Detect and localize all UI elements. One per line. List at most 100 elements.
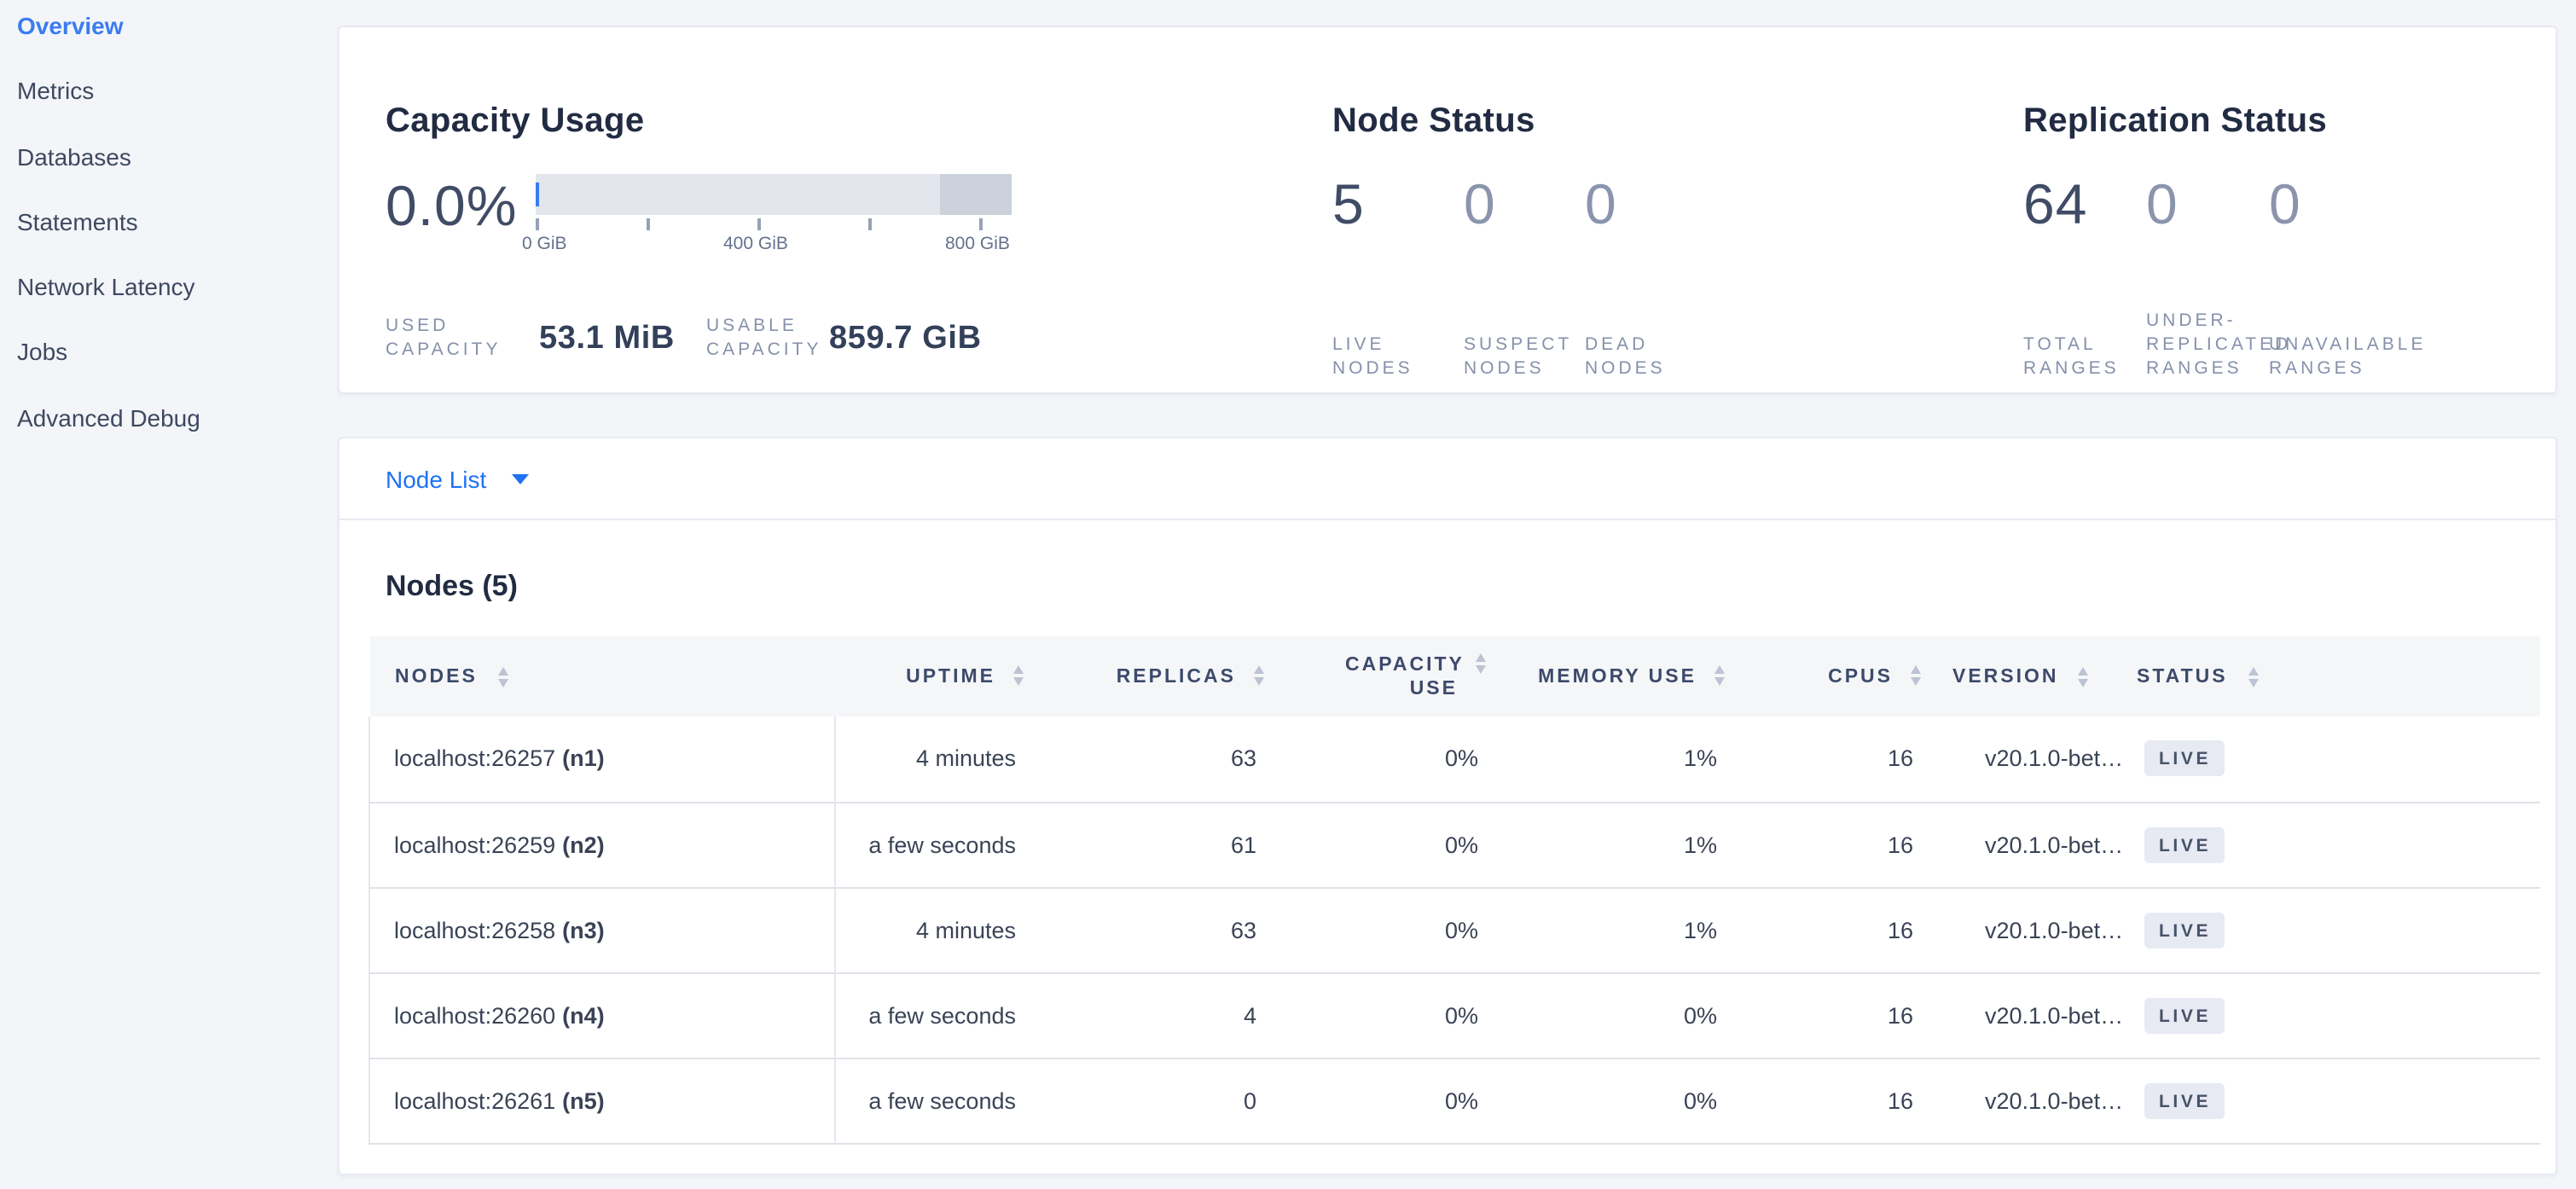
column-header-status[interactable]: Status bbox=[2126, 636, 2539, 716]
chevron-down-icon bbox=[512, 473, 529, 484]
node-address-cell: localhost:26261(n5) bbox=[369, 1058, 835, 1143]
node-status-title: Node Status bbox=[1332, 102, 1535, 142]
column-header-memory-use[interactable]: Memory Use bbox=[1495, 636, 1734, 716]
replication-status-title: Replication Status bbox=[2023, 102, 2327, 142]
used-capacity-label: USEDCAPACITY bbox=[386, 314, 501, 362]
cluster-summary-card: Capacity Usage 0.0% 0 GiB 400 GiB 800 Gi… bbox=[338, 26, 2557, 394]
status-cell: LIVE bbox=[2126, 1058, 2539, 1143]
version-cell: v20.1.0-bet… bbox=[1930, 887, 2126, 972]
table-row[interactable]: localhost:26260(n4) a few seconds 4 0% 0… bbox=[369, 972, 2539, 1058]
sort-icon[interactable] bbox=[1253, 664, 1263, 685]
capacity-bar-axis: 0 GiB 400 GiB 800 GiB bbox=[536, 215, 1012, 259]
capacity-use-cell: 0% bbox=[1273, 887, 1495, 972]
node-address-cell: localhost:26258(n3) bbox=[369, 887, 835, 972]
column-header-replicas[interactable]: Replicas bbox=[1033, 636, 1273, 716]
capacity-usage-title: Capacity Usage bbox=[386, 102, 645, 142]
used-capacity-value: 53.1 MiB bbox=[539, 321, 675, 358]
status-badge: LIVE bbox=[2144, 1082, 2225, 1118]
node-address-cell: localhost:26257(n1) bbox=[369, 716, 835, 802]
live-nodes-label: LIVENODES bbox=[1332, 333, 1452, 380]
table-row[interactable]: localhost:26257(n1) 4 minutes 63 0% 1% 1… bbox=[369, 716, 2539, 802]
table-row[interactable]: localhost:26261(n5) a few seconds 0 0% 0… bbox=[369, 1058, 2539, 1143]
version-cell: v20.1.0-bet… bbox=[1930, 802, 2126, 887]
table-row[interactable]: localhost:26259(n2) a few seconds 61 0% … bbox=[369, 802, 2539, 887]
axis-tick-label: 800 GiB bbox=[945, 234, 1010, 254]
sort-icon[interactable] bbox=[1012, 664, 1023, 685]
axis-tick bbox=[647, 218, 649, 230]
capacity-bar-chart: 0 GiB 400 GiB 800 GiB bbox=[536, 174, 1012, 259]
sort-icon[interactable] bbox=[1475, 653, 1485, 674]
live-nodes-value: 5 bbox=[1332, 172, 1452, 237]
used-capacity-stat: USEDCAPACITY bbox=[386, 314, 501, 362]
memory-use-cell: 1% bbox=[1495, 887, 1734, 972]
suspect-nodes-value: 0 bbox=[1464, 172, 1576, 237]
sidebar-item-databases[interactable]: Databases bbox=[17, 142, 338, 208]
node-list-dropdown-label: Node List bbox=[386, 465, 486, 492]
cpus-cell: 16 bbox=[1734, 802, 1930, 887]
nodes-heading: Nodes (5) bbox=[386, 570, 2556, 604]
column-header-version[interactable]: Version bbox=[1930, 636, 2126, 716]
total-ranges-stat: 64 TOTALRANGES bbox=[2023, 172, 2132, 380]
unavailable-ranges-stat: 0 UNAVAILABLERANGES bbox=[2269, 172, 2405, 380]
main-content: Capacity Usage 0.0% 0 GiB 400 GiB 800 Gi… bbox=[338, 26, 2557, 1174]
sidebar-item-metrics[interactable]: Metrics bbox=[17, 78, 338, 143]
dead-nodes-stat: 0 DEADNODES bbox=[1585, 172, 1697, 380]
node-address-cell: localhost:26259(n2) bbox=[369, 802, 835, 887]
column-header-capacity-use[interactable]: Capacity Use bbox=[1273, 636, 1495, 716]
node-address-cell: localhost:26260(n4) bbox=[369, 972, 835, 1058]
axis-tick bbox=[757, 218, 760, 230]
version-cell: v20.1.0-bet… bbox=[1930, 1058, 2126, 1143]
capacity-use-cell: 0% bbox=[1273, 1058, 1495, 1143]
uptime-cell: a few seconds bbox=[835, 802, 1033, 887]
capacity-use-cell: 0% bbox=[1273, 802, 1495, 887]
cpus-cell: 16 bbox=[1734, 716, 1930, 802]
sort-icon[interactable] bbox=[1910, 664, 1920, 685]
table-header-row: Nodes Uptime Replicas Capacity Use bbox=[369, 636, 2539, 716]
version-cell: v20.1.0-bet… bbox=[1930, 716, 2126, 802]
column-header-cpus[interactable]: CPUs bbox=[1734, 636, 1930, 716]
status-badge: LIVE bbox=[2144, 997, 2225, 1033]
memory-use-cell: 0% bbox=[1495, 1058, 1734, 1143]
status-cell: LIVE bbox=[2126, 716, 2539, 802]
under-replicated-ranges-value: 0 bbox=[2146, 172, 2259, 237]
memory-use-cell: 1% bbox=[1495, 716, 1734, 802]
replicas-cell: 63 bbox=[1033, 716, 1273, 802]
sort-icon[interactable] bbox=[497, 668, 508, 688]
sort-icon[interactable] bbox=[1714, 664, 1724, 685]
column-header-nodes[interactable]: Nodes bbox=[369, 636, 835, 716]
sidebar-item-network-latency[interactable]: Network Latency bbox=[17, 273, 338, 339]
replicas-cell: 61 bbox=[1033, 802, 1273, 887]
node-list-card: Node List Nodes (5) Nodes bbox=[338, 437, 2557, 1174]
under-replicated-ranges-stat: 0 UNDER-REPLICATEDRANGES bbox=[2146, 172, 2259, 380]
table-row[interactable]: localhost:26258(n3) 4 minutes 63 0% 1% 1… bbox=[369, 887, 2539, 972]
usable-capacity-value: 859.7 GiB bbox=[829, 321, 982, 358]
version-cell: v20.1.0-bet… bbox=[1930, 972, 2126, 1058]
axis-tick-label: 0 GiB bbox=[522, 234, 567, 254]
sort-icon[interactable] bbox=[2248, 668, 2258, 688]
replicas-cell: 0 bbox=[1033, 1058, 1273, 1143]
sidebar-item-statements[interactable]: Statements bbox=[17, 208, 338, 274]
live-nodes-stat: 5 LIVENODES bbox=[1332, 172, 1452, 380]
memory-use-cell: 0% bbox=[1495, 972, 1734, 1058]
replicas-cell: 4 bbox=[1033, 972, 1273, 1058]
sort-icon[interactable] bbox=[2079, 668, 2089, 688]
suspect-nodes-stat: 0 SUSPECTNODES bbox=[1464, 172, 1576, 380]
sidebar-item-overview[interactable]: Overview bbox=[17, 12, 338, 78]
sidebar-item-jobs[interactable]: Jobs bbox=[17, 339, 338, 404]
cpus-cell: 16 bbox=[1734, 972, 1930, 1058]
nodes-table: Nodes Uptime Replicas Capacity Use bbox=[368, 636, 2539, 1144]
status-badge: LIVE bbox=[2144, 826, 2225, 862]
unavailable-ranges-value: 0 bbox=[2269, 172, 2405, 237]
capacity-bar-used bbox=[536, 183, 539, 206]
column-header-uptime[interactable]: Uptime bbox=[835, 636, 1033, 716]
node-list-dropdown[interactable]: Node List bbox=[386, 465, 529, 492]
sidebar-item-advanced-debug[interactable]: Advanced Debug bbox=[17, 404, 338, 470]
under-replicated-ranges-label: UNDER-REPLICATEDRANGES bbox=[2146, 309, 2259, 380]
sidebar: Overview Metrics Databases Statements Ne… bbox=[0, 0, 338, 1189]
status-cell: LIVE bbox=[2126, 802, 2539, 887]
axis-tick-label: 400 GiB bbox=[723, 234, 788, 254]
replicas-cell: 63 bbox=[1033, 887, 1273, 972]
capacity-use-cell: 0% bbox=[1273, 716, 1495, 802]
status-cell: LIVE bbox=[2126, 972, 2539, 1058]
status-badge: LIVE bbox=[2144, 741, 2225, 777]
